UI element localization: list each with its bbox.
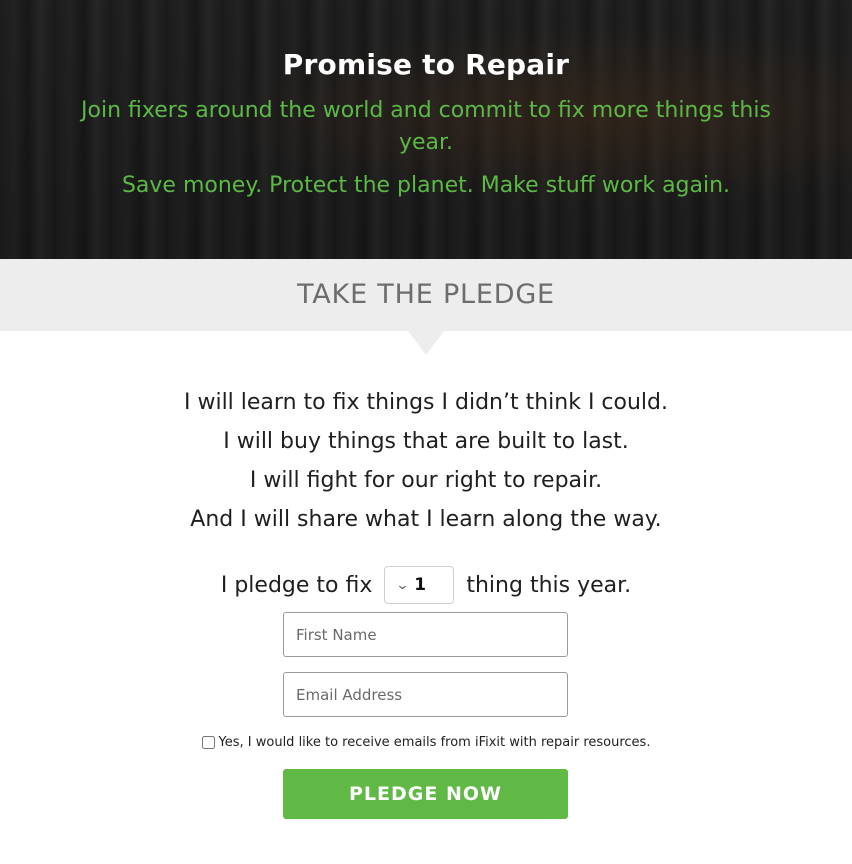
page-title: Promise to Repair bbox=[282, 48, 570, 81]
hero-banner: Promise to Repair Join fixers around the… bbox=[0, 0, 852, 259]
promise-line: I will learn to fix things I didn’t thin… bbox=[183, 390, 668, 415]
email-field[interactable] bbox=[283, 672, 568, 717]
hero-tagline: Save money. Protect the planet. Make stu… bbox=[121, 173, 731, 198]
promise-line: I will fight for our right to repair. bbox=[249, 468, 603, 493]
pledge-pointer-arrow bbox=[408, 331, 444, 355]
first-name-field[interactable] bbox=[283, 612, 568, 657]
pledge-promises: I will learn to fix things I didn’t thin… bbox=[0, 383, 852, 539]
pledge-prefix-text: I pledge to fix bbox=[220, 572, 373, 598]
email-optin-checkbox[interactable] bbox=[201, 736, 215, 749]
quantity-value: 1 bbox=[414, 575, 427, 595]
promise-line: And I will share what I learn along the … bbox=[190, 507, 662, 532]
hero-subtitle: Join fixers around the world and commit … bbox=[81, 98, 771, 155]
pledge-now-button[interactable]: PLEDGE NOW bbox=[283, 769, 568, 819]
promise-line: I will buy things that are built to last… bbox=[223, 429, 629, 454]
pledge-suffix-text: thing this year. bbox=[466, 572, 632, 598]
email-optin-label: Yes, I would like to receive emails from… bbox=[218, 735, 651, 750]
pledge-band: TAKE THE PLEDGE bbox=[0, 259, 852, 331]
quantity-select[interactable]: ⌄ 1 bbox=[384, 566, 455, 604]
pledge-heading: TAKE THE PLEDGE bbox=[297, 279, 555, 310]
pledge-quantity-row: I pledge to fix ⌄ 1 thing this year. bbox=[0, 566, 852, 604]
email-optin[interactable]: Yes, I would like to receive emails from… bbox=[0, 735, 852, 750]
chevron-down-icon: ⌄ bbox=[395, 577, 410, 593]
